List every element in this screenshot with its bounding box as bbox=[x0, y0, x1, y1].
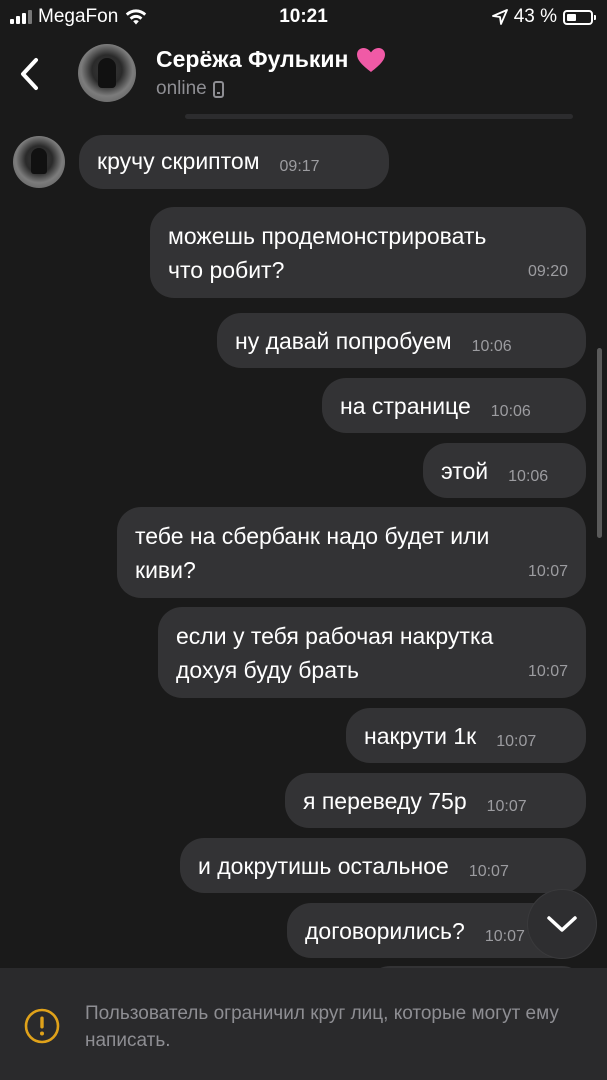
heart-icon bbox=[357, 47, 386, 72]
contact-status: online bbox=[156, 78, 224, 100]
message-text: если у тебя рабочая накрутка дохуя буду … bbox=[176, 623, 494, 683]
message-time: 10:07 bbox=[496, 732, 537, 750]
message-text: накрути 1к bbox=[364, 722, 477, 749]
message-bubble-outgoing[interactable]: на странице 10:06 bbox=[322, 378, 586, 433]
message-text: я переведу 75р bbox=[303, 787, 467, 814]
chat-header: Серёжа Фулькин online bbox=[0, 36, 607, 120]
message-text: и докрутишь остальное bbox=[198, 852, 449, 879]
chevron-down-icon bbox=[547, 916, 577, 932]
back-icon bbox=[21, 58, 38, 90]
scroll-to-bottom-button[interactable] bbox=[528, 890, 596, 958]
restriction-notice: Пользователь ограничил круг лиц, которые… bbox=[85, 1003, 559, 1051]
header-divider bbox=[185, 114, 573, 119]
message-time: 10:07 bbox=[484, 927, 525, 945]
contact-name[interactable]: Серёжа Фулькин bbox=[156, 46, 386, 73]
online-status: online bbox=[156, 78, 207, 99]
phone-icon bbox=[212, 80, 224, 98]
message-time: 10:07 bbox=[527, 563, 568, 580]
message-text: можешь продемонстрировать что робит? bbox=[168, 223, 487, 283]
message-text: кручу скриптом bbox=[97, 148, 260, 174]
message-time: 09:17 bbox=[279, 158, 320, 175]
avatar[interactable] bbox=[78, 44, 136, 102]
message-bubble-incoming[interactable]: кручу скриптом 09:17 bbox=[79, 135, 389, 189]
message-text: тебе на сбербанк надо будет или киви? bbox=[135, 523, 490, 583]
message-text: этой bbox=[441, 457, 489, 484]
scrollbar[interactable] bbox=[597, 348, 602, 538]
message-bubble-outgoing[interactable]: накрути 1к 10:07 bbox=[346, 708, 586, 763]
message-bubble-outgoing[interactable]: ну давай попробуем 10:06 bbox=[217, 313, 586, 368]
message-time: 10:06 bbox=[490, 402, 531, 420]
message-bubble-outgoing[interactable]: этой 10:06 bbox=[423, 443, 586, 498]
message-time: 10:06 bbox=[508, 467, 549, 485]
back-button[interactable] bbox=[14, 52, 48, 96]
battery-icon bbox=[563, 9, 596, 25]
message-text: договорились? bbox=[305, 917, 465, 944]
message-bubble-outgoing[interactable]: можешь продемонстрировать что робит? 09:… bbox=[150, 207, 586, 298]
status-bar-right: 43 % bbox=[491, 6, 596, 28]
battery-percent: 43 % bbox=[513, 6, 557, 27]
message-avatar[interactable] bbox=[13, 136, 65, 188]
contact-name-text: Серёжа Фулькин bbox=[156, 46, 349, 72]
message-time: 09:20 bbox=[527, 263, 568, 280]
warning-icon bbox=[24, 1008, 60, 1044]
message-text: ну давай попробуем bbox=[235, 327, 452, 354]
status-bar: MegaFon 10:21 43 % bbox=[0, 0, 607, 36]
message-list[interactable]: кручу скриптом 09:17 можешь продемонстри… bbox=[0, 120, 607, 968]
message-time: 10:06 bbox=[471, 337, 512, 355]
message-bubble-outgoing[interactable]: если у тебя рабочая накрутка дохуя буду … bbox=[158, 607, 586, 698]
restriction-banner: Пользователь ограничил круг лиц, которые… bbox=[0, 968, 607, 1080]
message-bubble-outgoing[interactable]: я переведу 75р 10:07 bbox=[285, 773, 586, 828]
message-bubble-outgoing[interactable]: и докрутишь остальное 10:07 bbox=[180, 838, 586, 893]
message-text: на странице bbox=[340, 392, 471, 419]
message-time: 10:07 bbox=[527, 663, 568, 680]
message-bubble-outgoing[interactable]: тебе на сбербанк надо будет или киви? 10… bbox=[117, 507, 586, 598]
message-time: 10:07 bbox=[468, 862, 509, 880]
location-arrow-icon bbox=[491, 9, 508, 25]
message-time: 10:07 bbox=[486, 797, 527, 815]
